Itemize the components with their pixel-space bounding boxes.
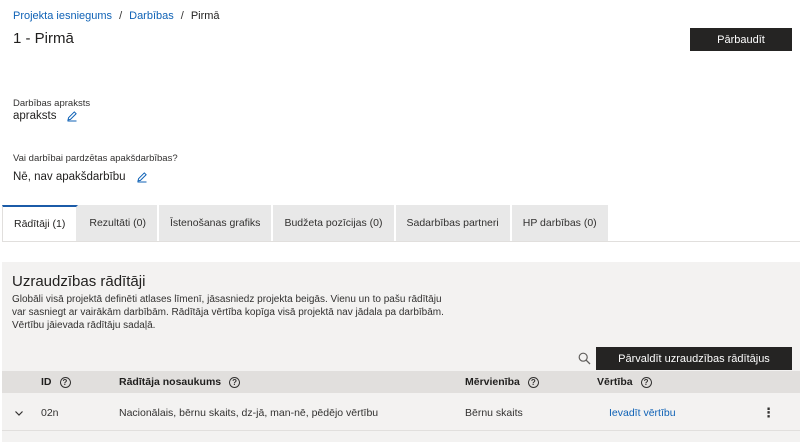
breadcrumb-link-project[interactable]: Projekta iesniegums xyxy=(13,10,112,22)
row-value-cell: Ievadīt vērtību xyxy=(609,394,676,431)
description-label: Darbības apraksts xyxy=(13,98,91,109)
column-header-name[interactable]: Rādītāja nosaukums ? xyxy=(119,371,241,393)
search-icon[interactable] xyxy=(578,352,591,365)
breadcrumb-separator: / xyxy=(119,10,123,22)
table-header: ID ? Rādītāja nosaukums ? Mērvienība ? V… xyxy=(2,371,800,393)
pencil-icon[interactable] xyxy=(66,110,78,122)
tab-bar: Rādītāji (1) Rezultāti (0) Īstenošanas g… xyxy=(2,205,800,242)
column-header-label: Rādītāja nosaukums xyxy=(119,376,222,388)
description-value-row: apraksts xyxy=(13,110,78,122)
more-vertical-icon[interactable]: ⋮ xyxy=(762,394,775,431)
row-id: 02n xyxy=(41,406,59,419)
breadcrumb: Projekta iesniegums / Darbības / Pirmā xyxy=(13,10,220,22)
indicators-title: Uzraudzības rādītāji xyxy=(12,273,146,290)
help-icon[interactable]: ? xyxy=(640,376,652,388)
column-header-label: ID xyxy=(41,376,52,388)
pencil-icon[interactable] xyxy=(136,171,148,183)
column-header-label: Vērtība xyxy=(597,376,633,388)
help-icon[interactable]: ? xyxy=(229,376,241,388)
column-header-unit[interactable]: Mērvienība ? xyxy=(465,371,539,393)
tab-indicators[interactable]: Rādītāji (1) xyxy=(2,205,79,241)
tab-hp-activities[interactable]: HP darbības (0) xyxy=(511,205,610,241)
tab-schedule[interactable]: Īstenošanas grafiks xyxy=(158,205,274,241)
column-header-id[interactable]: ID ? xyxy=(41,371,71,393)
row-name: Nacionālais, bērnu skaits, dz-jā, man-nē… xyxy=(119,406,379,419)
enter-value-link[interactable]: Ievadīt vērtību xyxy=(609,407,676,419)
row-unit: Bērnu skaits xyxy=(465,406,523,419)
help-icon[interactable]: ? xyxy=(527,376,539,388)
breadcrumb-separator: / xyxy=(180,10,184,22)
page-title: 1 - Pirmā xyxy=(13,30,74,47)
tab-partners[interactable]: Sadarbības partneri xyxy=(395,205,512,241)
breadcrumb-current: Pirmā xyxy=(190,10,220,22)
subactivities-label: Vai darbībai pardzētas apakšdarbības? xyxy=(13,153,178,164)
column-header-value[interactable]: Vērtība ? xyxy=(597,371,652,393)
subactivities-value-row: Nē, nav apakšdarbību xyxy=(13,171,148,183)
column-header-label: Mērvienība xyxy=(465,376,520,388)
subactivities-value: Nē, nav apakšdarbību xyxy=(13,171,126,183)
breadcrumb-link-activities[interactable]: Darbības xyxy=(129,10,174,22)
description-value: apraksts xyxy=(13,110,57,122)
table-row: 02n Nacionālais, bērnu skaits, dz-jā, ma… xyxy=(2,394,800,431)
indicators-description: Globāli visā projektā definēti atlases l… xyxy=(12,294,444,331)
tab-results[interactable]: Rezultāti (0) xyxy=(78,205,159,241)
tab-budget-positions[interactable]: Budžeta pozīcijas (0) xyxy=(273,205,396,241)
chevron-down-icon[interactable] xyxy=(14,394,24,431)
check-button[interactable]: Pārbaudīt xyxy=(690,28,792,51)
manage-indicators-button[interactable]: Pārvaldīt uzraudzības rādītājus xyxy=(596,347,792,370)
help-icon[interactable]: ? xyxy=(59,376,71,388)
